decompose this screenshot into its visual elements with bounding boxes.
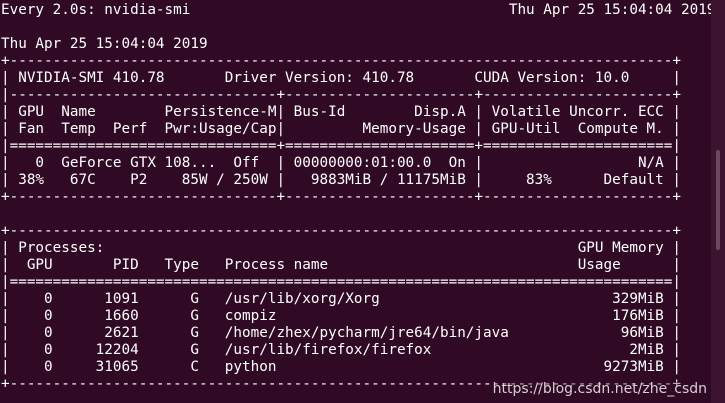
- terminal-line: | 0 31065 C python 9273MiB |: [1, 359, 681, 375]
- terminal-line: | 0 2621 G /home/zhex/pycharm/jre64/bin/…: [1, 325, 681, 341]
- terminal-line: |===============================+=======…: [1, 138, 681, 154]
- terminal-line: |=======================================…: [1, 274, 681, 290]
- terminal-line: | Fan Temp Perf Pwr:Usage/Cap| Memory-Us…: [1, 121, 681, 137]
- terminal-line: | Processes: GPU Memory |: [1, 240, 681, 256]
- terminal-line: +-------------------------------+-------…: [1, 189, 681, 205]
- terminal-line: | 38% 67C P2 85W / 250W | 9883MiB / 1117…: [1, 172, 681, 188]
- scrollbar-thumb[interactable]: [716, 150, 720, 250]
- terminal-line: +---------------------------------------…: [1, 223, 681, 239]
- terminal-line: | 0 12204 G /usr/lib/firefox/firefox 2Mi…: [1, 342, 681, 358]
- terminal-line: Thu Apr 25 15:04:04 2019: [1, 36, 208, 52]
- terminal-line: | 0 1660 G compiz 176MiB |: [1, 308, 681, 324]
- terminal-line: | GPU PID Type Process name Usage |: [1, 257, 681, 273]
- watermark-text: https://blog.csdn.net/zhe_csdn: [490, 381, 709, 397]
- terminal-line: Every 2.0s: nvidia-smi Thu Apr 25 15:04:…: [1, 2, 711, 18]
- terminal-window[interactable]: Every 2.0s: nvidia-smi Thu Apr 25 15:04:…: [0, 0, 711, 403]
- terminal-line: |-------------------------------+-------…: [1, 87, 681, 103]
- terminal-output: Every 2.0s: nvidia-smi Thu Apr 25 15:04:…: [0, 0, 711, 393]
- terminal-line: | GPU Name Persistence-M| Bus-Id Disp.A …: [1, 104, 681, 120]
- terminal-line: | NVIDIA-SMI 410.78 Driver Version: 410.…: [1, 70, 681, 86]
- terminal-line: +---------------------------------------…: [1, 53, 681, 69]
- terminal-line: | 0 GeForce GTX 108... Off | 00000000:01…: [1, 155, 681, 171]
- vertical-scrollbar[interactable]: [711, 0, 725, 403]
- terminal-line: | 0 1091 G /usr/lib/xorg/Xorg 329MiB |: [1, 291, 681, 307]
